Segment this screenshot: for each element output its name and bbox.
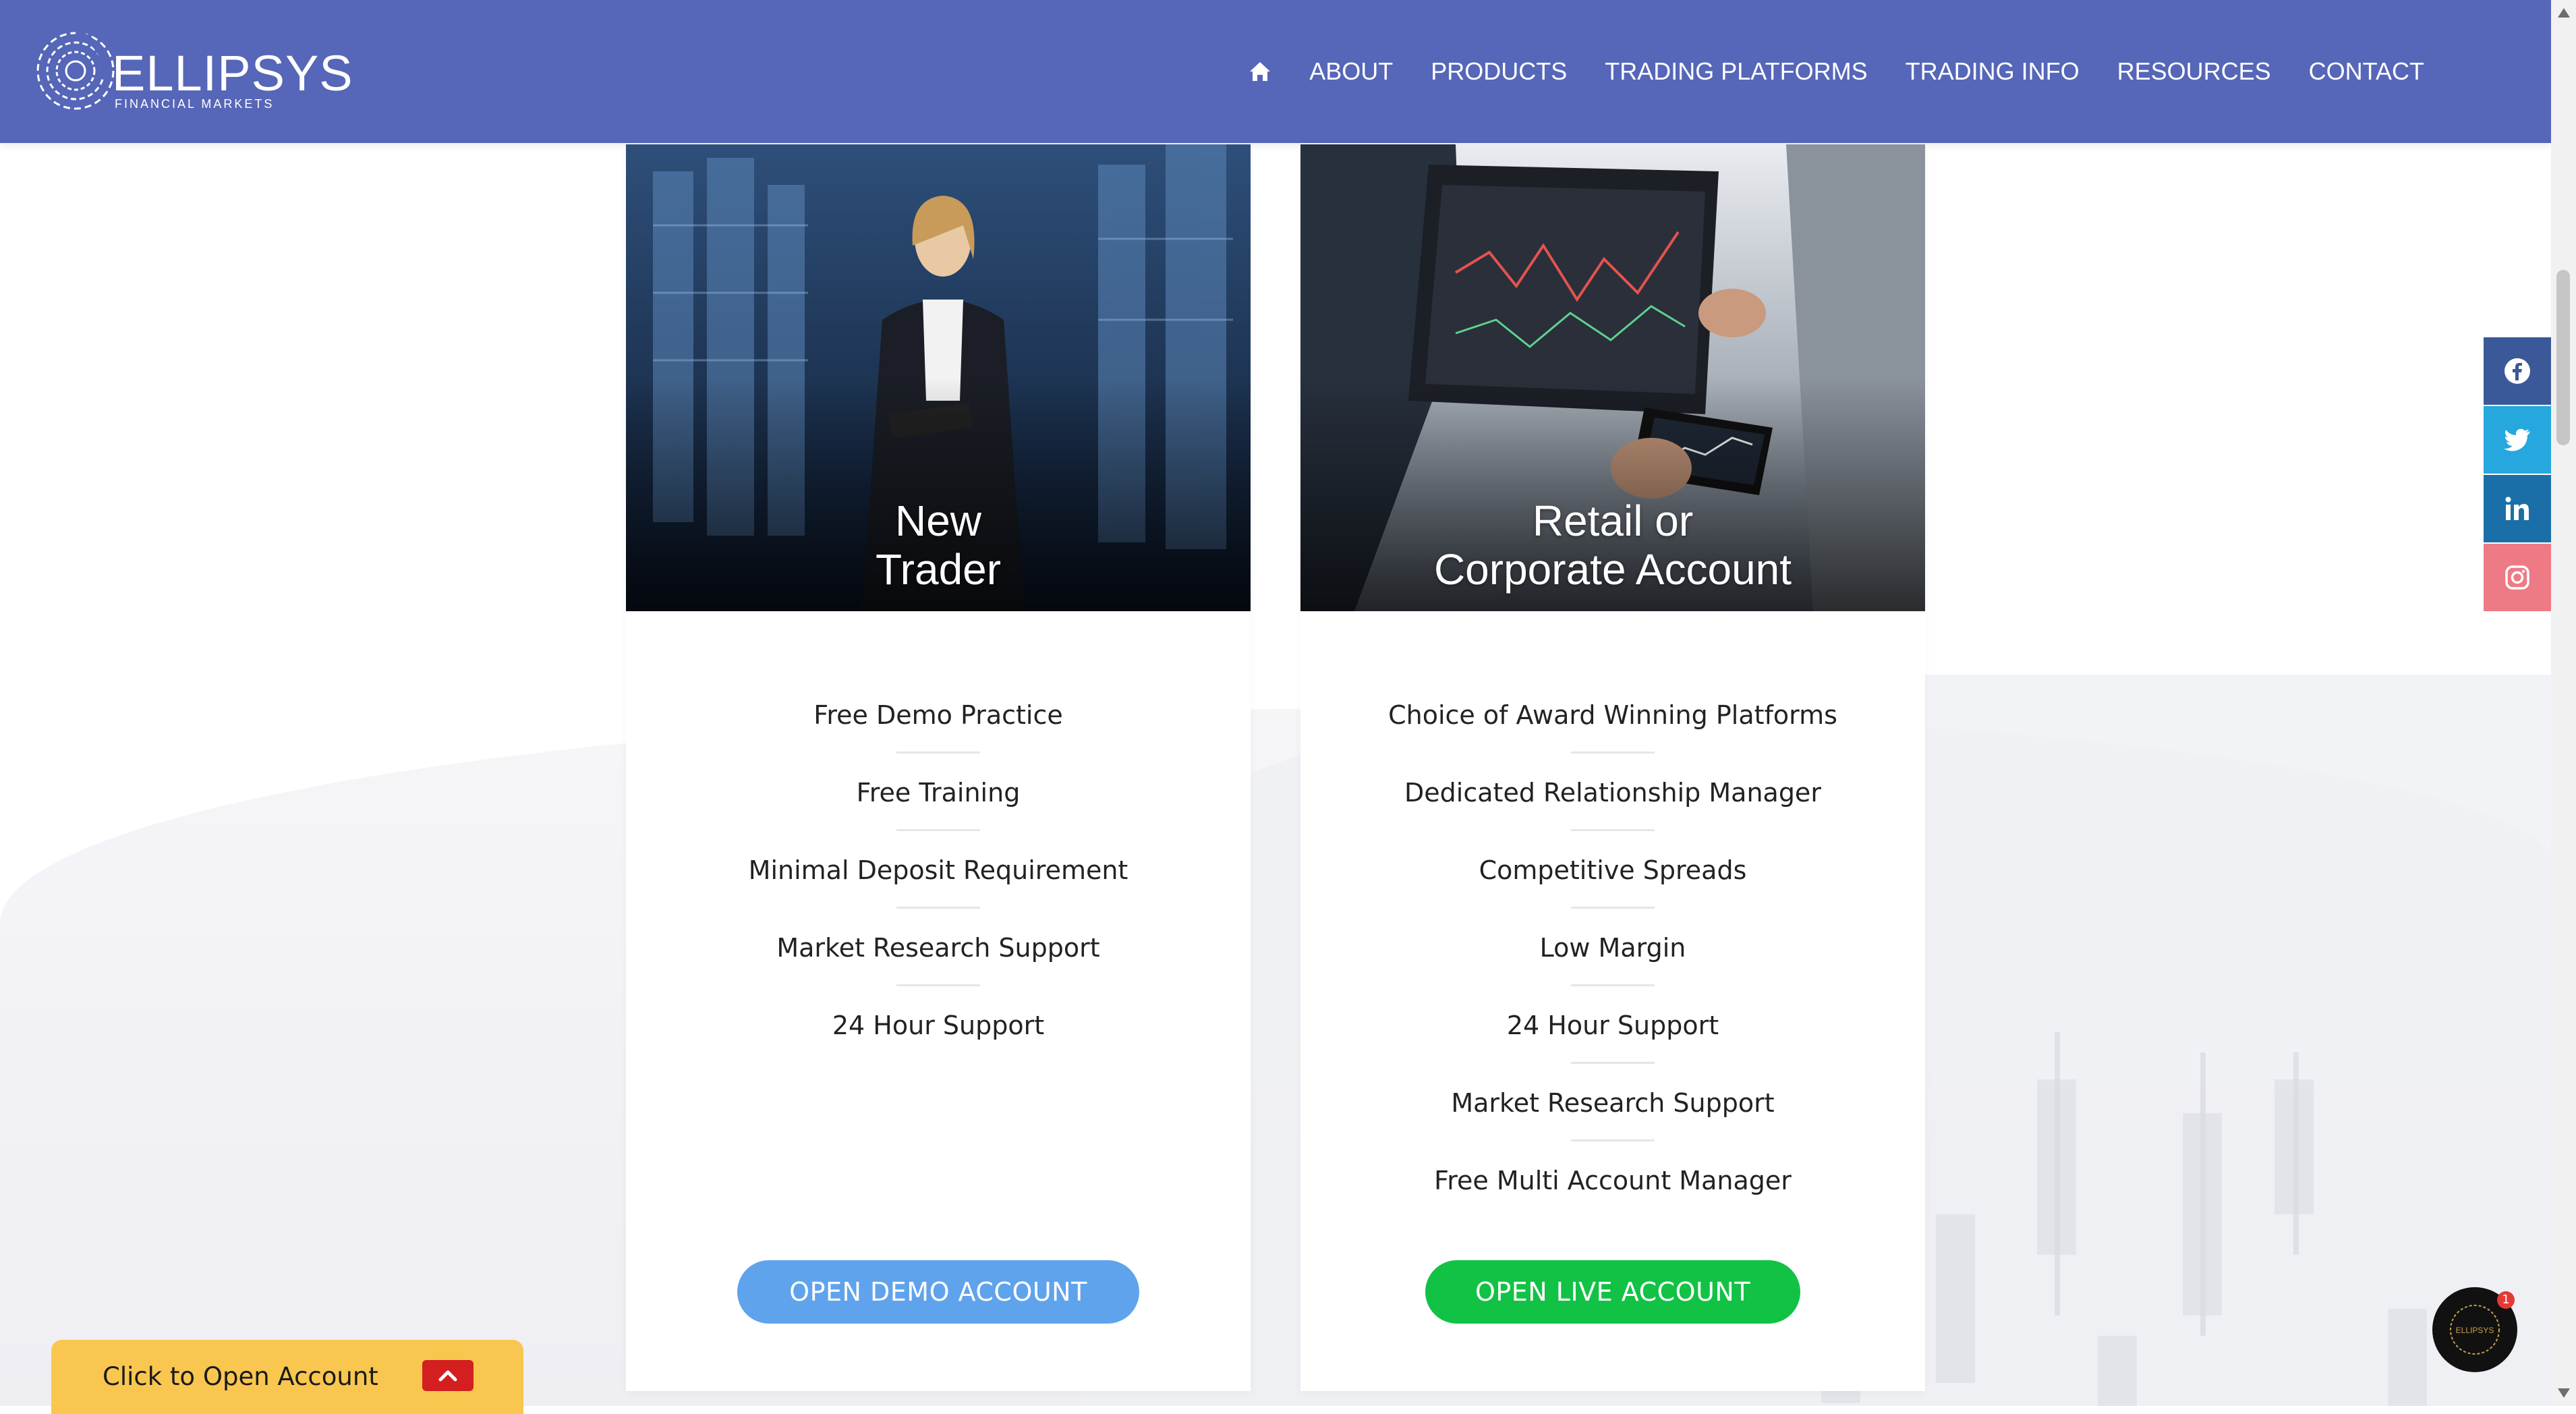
twitter-icon <box>2504 428 2530 451</box>
retail-corporate-title: Retail or Corporate Account <box>1433 497 1792 594</box>
feature-item: 24 Hour Support <box>1300 1008 1925 1085</box>
open-account-toggle[interactable] <box>422 1360 474 1391</box>
feature-item: Low Margin <box>1300 930 1925 1008</box>
new-trader-card: New Trader Free Demo Practice Free Train… <box>626 144 1251 1391</box>
home-icon <box>1250 62 1271 81</box>
nav-resources[interactable]: RESOURCES <box>2117 55 2271 88</box>
new-trader-title: New Trader <box>875 497 1002 594</box>
chat-logo-icon: ELLIPSYS <box>2450 1305 2500 1355</box>
nav-about[interactable]: ABOUT <box>1309 55 1393 88</box>
open-account-bar[interactable]: Click to Open Account <box>51 1340 523 1414</box>
retail-corporate-image: Retail or Corporate Account <box>1300 144 1925 611</box>
linkedin-button[interactable] <box>2484 475 2551 542</box>
main-nav: ABOUT PRODUCTS TRADING PLATFORMS TRADING… <box>1249 55 2424 88</box>
social-share-bar <box>2484 337 2551 613</box>
feature-item: 24 Hour Support <box>832 1011 1045 1040</box>
scrollbar-thumb[interactable] <box>2556 270 2570 445</box>
feature-item: Market Research Support <box>1300 1085 1925 1163</box>
instagram-icon <box>2505 565 2529 590</box>
retail-corporate-features: Choice of Award Winning Platforms Dedica… <box>1300 698 1925 1241</box>
chat-notification-badge: 1 <box>2497 1291 2515 1309</box>
nav-trading-platforms[interactable]: TRADING PLATFORMS <box>1605 55 1867 88</box>
twitter-button[interactable] <box>2484 406 2551 474</box>
new-trader-features: Free Demo Practice Free Training Minimal… <box>626 698 1251 1085</box>
nav-products[interactable]: PRODUCTS <box>1431 55 1567 88</box>
retail-corporate-card: Retail or Corporate Account Choice of Aw… <box>1300 144 1925 1391</box>
open-demo-account-button[interactable]: OPEN DEMO ACCOUNT <box>737 1260 1139 1324</box>
nav-home[interactable] <box>1249 61 1271 82</box>
open-live-account-button[interactable]: OPEN LIVE ACCOUNT <box>1425 1260 1800 1324</box>
instagram-button[interactable] <box>2484 544 2551 611</box>
feature-item: Competitive Spreads <box>1300 853 1925 930</box>
feature-item: Free Multi Account Manager <box>1434 1166 1792 1195</box>
scroll-down-arrow-icon[interactable] <box>2558 1388 2570 1398</box>
facebook-button[interactable] <box>2484 337 2551 405</box>
feature-item: Free Demo Practice <box>626 698 1251 775</box>
new-trader-image: New Trader <box>626 144 1251 611</box>
svg-text:ELLIPSYS: ELLIPSYS <box>2456 1326 2494 1335</box>
facebook-icon <box>2505 358 2530 384</box>
site-header: ELLIPSYS FINANCIAL MARKETS ABOUT PRODUCT… <box>0 0 2551 143</box>
nav-trading-info[interactable]: TRADING INFO <box>1906 55 2080 88</box>
chat-widget-button[interactable]: ELLIPSYS 1 <box>2432 1287 2517 1372</box>
feature-item: Market Research Support <box>626 930 1251 1008</box>
feature-item: Minimal Deposit Requirement <box>626 853 1251 930</box>
scroll-up-arrow-icon[interactable] <box>2558 8 2570 18</box>
ellipsys-logo[interactable]: ELLIPSYS FINANCIAL MARKETS <box>32 23 353 119</box>
page-scrollbar[interactable] <box>2551 0 2576 1406</box>
feature-item: Free Training <box>626 775 1251 853</box>
logo-subtext: FINANCIAL MARKETS <box>115 97 275 111</box>
feature-item: Choice of Award Winning Platforms <box>1300 698 1925 775</box>
logo-spiral-icon <box>36 30 115 110</box>
linkedin-icon <box>2505 497 2529 520</box>
logo-text: ELLIPSYS <box>112 45 353 101</box>
feature-item: Dedicated Relationship Manager <box>1300 775 1925 853</box>
nav-contact[interactable]: CONTACT <box>2309 55 2424 88</box>
chevron-up-icon <box>438 1370 457 1382</box>
open-account-label: Click to Open Account <box>103 1362 378 1391</box>
